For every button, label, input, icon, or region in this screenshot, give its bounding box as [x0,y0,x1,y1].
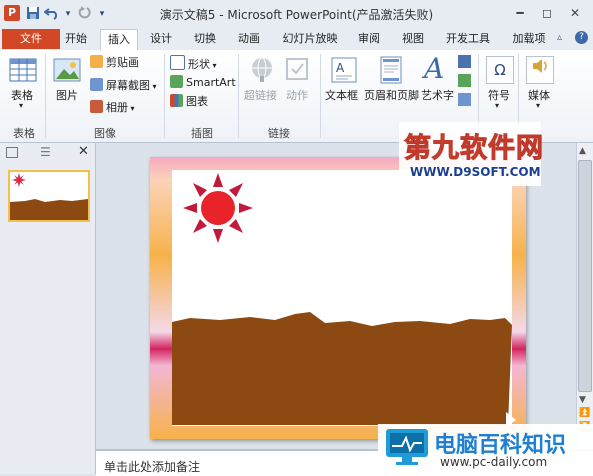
screenshot-label: 屏幕截图 [106,79,150,92]
scroll-up-icon[interactable]: ▲ [579,146,586,156]
textbox-icon: A [330,56,358,87]
textbox-label: 文本框 [325,89,358,102]
header-footer-button[interactable] [379,56,403,87]
watermark-top-text: 第九软件网 [404,133,544,165]
symbol-icon[interactable]: Ω [486,56,514,84]
header-footer-icon [379,56,403,87]
tab-slideshow[interactable]: 幻灯片放映 [280,29,340,49]
clipart-button[interactable]: 剪贴画 [90,55,139,71]
tab-home[interactable]: 开始 [61,29,91,49]
close-pane-icon[interactable]: ✕ [78,144,89,159]
hyperlink-label: 超链接 [244,89,277,102]
thumbnail-sun-icon [12,173,26,187]
screenshot-button[interactable]: 屏幕截图 ▾ [90,78,157,94]
wordart-button[interactable]: A [424,54,444,84]
table-icon [9,56,37,87]
clipart-icon [90,55,103,68]
media-dropdown-icon[interactable]: ▾ [536,101,540,110]
group-label-images: 图像 [94,127,116,140]
tab-animations[interactable]: 动画 [234,29,264,49]
svg-text:A: A [336,61,345,75]
date-time-icon[interactable] [458,55,471,68]
globe-icon [248,56,276,87]
action-label: 动作 [286,89,308,102]
group-label-illustrations: 插图 [191,127,213,140]
chart-icon [170,94,183,107]
group-label-links: 链接 [268,127,290,140]
action-icon [284,56,310,87]
slide-number-icon[interactable] [458,74,471,87]
slide-canvas[interactable] [150,157,526,439]
album-icon [90,100,103,113]
ribbon-collapse-icon[interactable]: ▵ [557,32,562,43]
scrollbar-thumb[interactable] [578,160,592,392]
shapes-button[interactable]: 形状 ▾ [170,55,217,71]
smartart-button[interactable]: SmartArt [170,75,236,91]
shapes-label: 形状 [188,58,210,71]
window-title: 演示文稿5 - Microsoft PowerPoint(产品激活失败) [159,8,434,22]
sun-shape [183,173,253,243]
chart-label: 图表 [186,95,208,108]
tab-transitions[interactable]: 切换 [190,29,220,49]
smartart-label: SmartArt [186,76,236,89]
textbox-button[interactable]: A [330,56,358,87]
media-button[interactable] [526,56,554,84]
maximize-icon[interactable]: ◻ [535,4,559,22]
smartart-icon [170,75,183,88]
minimize-icon[interactable]: ━ [508,4,532,22]
group-separator [45,54,46,138]
clipart-label: 剪贴画 [106,56,139,69]
album-label: 相册 [106,101,128,114]
picture-label: 图片 [56,89,78,102]
tab-review[interactable]: 审阅 [354,29,384,49]
picture-icon [53,56,81,87]
tab-insert[interactable]: 插入 [100,29,138,51]
hyperlink-button[interactable] [248,56,276,87]
table-dropdown-icon[interactable]: ▾ [19,101,23,110]
help-icon[interactable]: ? [575,31,588,44]
scroll-down-icon[interactable]: ▼ [579,395,586,405]
group-separator [320,54,321,138]
chart-button[interactable]: 图表 [170,94,208,110]
close-icon[interactable]: ✕ [563,4,587,22]
wordart-label: 艺术字 [421,89,454,102]
object-icon[interactable] [458,93,471,106]
group-label-table: 表格 [13,127,35,140]
watermark-bottom-url: www.pc-daily.com [440,455,548,469]
tab-developer[interactable]: 开发工具 [442,29,494,49]
table-button[interactable] [9,56,37,87]
header-footer-label: 页眉和页脚 [364,89,419,102]
symbol-dropdown-icon[interactable]: ▾ [495,101,499,110]
outline-tab-icon[interactable]: ☰ [40,145,51,159]
previous-slide-icon[interactable]: ⏫ [579,408,590,418]
notes-placeholder: 单击此处添加备注 [104,460,201,474]
tab-design[interactable]: 设计 [146,29,176,49]
slides-tab-icon[interactable] [6,147,18,158]
speaker-icon [533,59,547,73]
picture-button[interactable] [53,56,81,87]
ground-shape [172,312,512,425]
action-button[interactable] [284,56,310,87]
group-separator [164,54,165,138]
tab-file[interactable]: 文件 [2,29,60,49]
album-button[interactable]: 相册 ▾ [90,100,135,116]
screenshot-icon [90,78,103,91]
computer-monitor-icon [384,425,430,469]
tab-addins[interactable]: 加载项 [508,29,550,49]
wordart-icon: A [424,52,445,85]
slide-thumbnail[interactable] [8,170,90,222]
group-separator [238,54,239,138]
shapes-icon [170,55,185,70]
watermark-top-url: WWW.D9SOFT.COM [410,165,541,179]
tab-view[interactable]: 视图 [398,29,428,49]
